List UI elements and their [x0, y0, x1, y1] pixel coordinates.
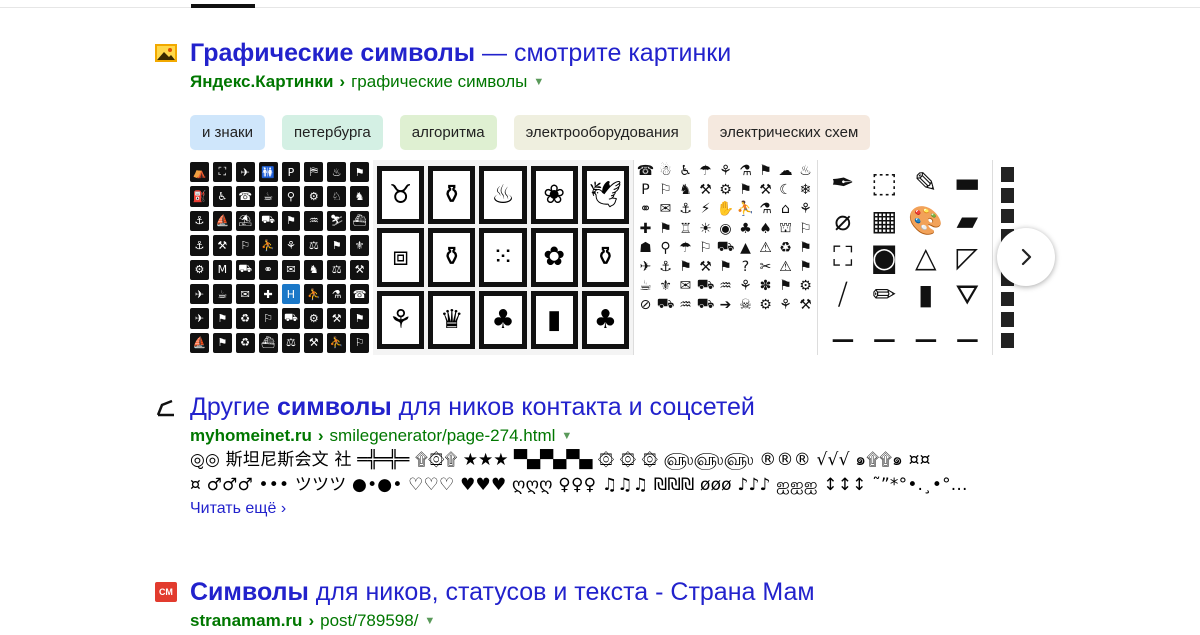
active-tab-indicator: [191, 4, 255, 8]
chip-peterburga[interactable]: петербурга: [282, 115, 383, 150]
search-result-images: Графические символы — смотрите картинки …: [155, 37, 1155, 94]
url-menu-triangle-icon[interactable]: ▼: [533, 76, 544, 88]
result-snippet: ◎̮◎ 斯坦尼斯会文 社 ═╬═╬═ ۩۞۩ ★★★ ▀▄▀▄▀▄ ۞ ۞ ۞ …: [190, 448, 1155, 498]
gallery-thumbnail-icon-set[interactable]: ☎ ☃ ♿ ☂ ⚘ ⚗ ⚑ ☁ ♨ P ⚐ ♞ ⚒ ⚙ ⚑ ⚒ ☾ ❄ ⚭ ✉ ⚓ ⚡ ✋ ⛹ ⚗ ⌂ ⚘ ✚ ⚑ ♖ ☀ ◉ ♣ ♠ ⛫ ⚐ …: [633, 160, 817, 355]
url-menu-triangle-icon[interactable]: ▼: [561, 430, 572, 442]
chevron-right-icon: ›: [280, 500, 287, 517]
image-icon: [155, 42, 177, 64]
gallery-thumbnail-tool-icons[interactable]: ✒ ⬚ ✎ ▬ ⌀ ▦ 🎨 ▰ ⛶ ◙ △ ◸ ⧸ ✏ ▮ ⛛ ⚊ ⚊ ⚊ ⚊: [817, 160, 992, 355]
result-url: myhomeinet.ru › smilegenerator/page-274.ht…: [190, 426, 573, 445]
result-host-link[interactable]: stranamam.ru: [190, 611, 302, 630]
gallery-thumbnail-pictograms[interactable]: ⛺ ⛶ ✈ 🚻 P ⛿ ♨ ⚑ ⛽ ♿ ☎ ☕ ⚲ ⚙ ♘ ♞ ⚓ ⛵ ⛱ ⛟ ⚑ ♒ ⛷ ⛴ ⚓ ⚒ ⚐ ⛹ ⚘ ⚖ ⚑ ⚜ ⚙ M ⛟ ⚭…: [190, 160, 373, 355]
chip-i-znaki[interactable]: и знаки: [190, 115, 265, 150]
result-path-link[interactable]: post/789598/: [320, 611, 418, 630]
pen-icon: [155, 396, 177, 418]
chip-algoritma[interactable]: алгоритма: [399, 115, 497, 150]
snippet-line-1: ◎̮◎ 斯坦尼斯会文 社 ═╬═╬═ ۩۞۩ ★★★ ▀▄▀▄▀▄ ۞ ۞ ۞ …: [190, 450, 931, 470]
read-more-link[interactable]: Читать ещё ›: [190, 500, 286, 518]
stranamam-logo-icon: СМ: [155, 581, 177, 603]
header-divider: [0, 7, 1200, 8]
result-url: Яндекс.Картинки › графические символы ▼: [190, 72, 545, 91]
result-title-link[interactable]: Графические символы — смотрите картинки: [190, 39, 731, 68]
chip-elektricheskih-shem[interactable]: электрических схем: [707, 115, 871, 150]
search-result-stranamam: СМ Символы для ников, статусов и текста …: [155, 576, 1155, 633]
chip-elektrooborudovaniya[interactable]: электрооборудования: [513, 115, 691, 150]
result-title-link[interactable]: Символы для ников, статусов и текста - С…: [190, 578, 815, 607]
chevron-right-icon: [1021, 248, 1032, 266]
result-url: stranamam.ru › post/789598/▼: [190, 611, 436, 630]
url-menu-triangle-icon[interactable]: ▼: [424, 615, 435, 627]
gallery-thumbnail-framed-symbols[interactable]: ♉ ⚱ ♨ ❀ 🕊 ⧈ ⚱ ⁙ ✿ ⚱ ⚘ ♛ ♣ ▮ ♣: [373, 160, 633, 355]
search-result-myhomeinet: Другие символы для ников контакта и соцс…: [155, 391, 1155, 518]
snippet-line-2: ¤ ♂♂♂ ••• ツツツ ●•●• ♡♡♡ ♥♥♥ ღღღ ♀♀♀ ♫♫♫ ₪…: [190, 475, 968, 495]
result-path-link[interactable]: графические символы: [351, 72, 527, 91]
image-gallery: ⛺ ⛶ ✈ 🚻 P ⛿ ♨ ⚑ ⛽ ♿ ☎ ☕ ⚲ ⚙ ♘ ♞ ⚓ ⛵ ⛱ ⛟ ⚑ ♒ ⛷ ⛴ ⚓ ⚒ ⚐ ⛹ ⚘ ⚖ ⚑ ⚜ ⚙ M ⛟ ⚭…: [190, 160, 1025, 355]
refinement-chips: и знаки петербурга алгоритма электрообор…: [190, 115, 887, 150]
result-title-link[interactable]: Другие символы для ников контакта и соцс…: [190, 393, 755, 422]
result-path-link[interactable]: smilegenerator/page-274.html: [330, 426, 556, 445]
result-host-link[interactable]: Яндекс.Картинки: [190, 72, 333, 91]
result-host-link[interactable]: myhomeinet.ru: [190, 426, 312, 445]
gallery-next-button[interactable]: [997, 228, 1055, 286]
